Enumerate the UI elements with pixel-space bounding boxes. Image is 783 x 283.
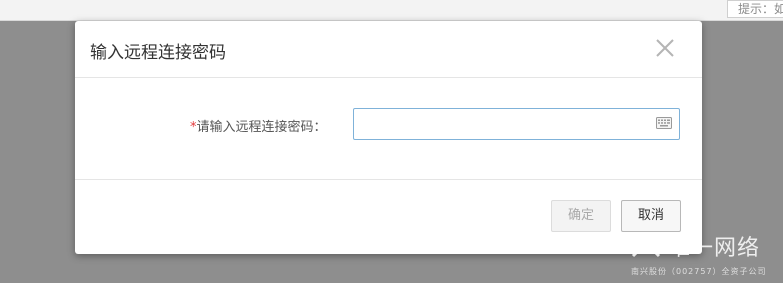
brand-watermark: 唯一网络 南兴股份（002757）全资子公司 [628, 230, 783, 283]
watermark-tagline: 南兴股份（002757）全资子公司 [631, 267, 767, 276]
remote-password-dialog: 输入远程连接密码 *请输入远程连接密码： 确定 取消 [75, 21, 702, 254]
keyboard-icon[interactable] [656, 117, 672, 129]
remote-password-input[interactable] [353, 108, 680, 140]
close-button[interactable] [653, 36, 677, 60]
dialog-footer: 确定 取消 [75, 180, 702, 254]
password-field-label: *请输入远程连接密码： [190, 116, 327, 135]
dialog-body: *请输入远程连接密码： [75, 78, 702, 180]
cancel-button[interactable]: 取消 [621, 200, 681, 232]
confirm-button[interactable]: 确定 [551, 200, 611, 232]
close-icon [656, 39, 674, 57]
brand-logo-icon [631, 234, 661, 258]
dialog-title: 输入远程连接密码 [90, 43, 226, 63]
top-bar: 提示：如 [0, 0, 783, 21]
password-label-text: 请输入远程连接密码： [196, 120, 327, 135]
watermark-brand-name: 唯一网络 [668, 236, 761, 261]
hint-text: 提示：如 [727, 0, 783, 18]
dialog-header: 输入远程连接密码 [75, 21, 702, 78]
